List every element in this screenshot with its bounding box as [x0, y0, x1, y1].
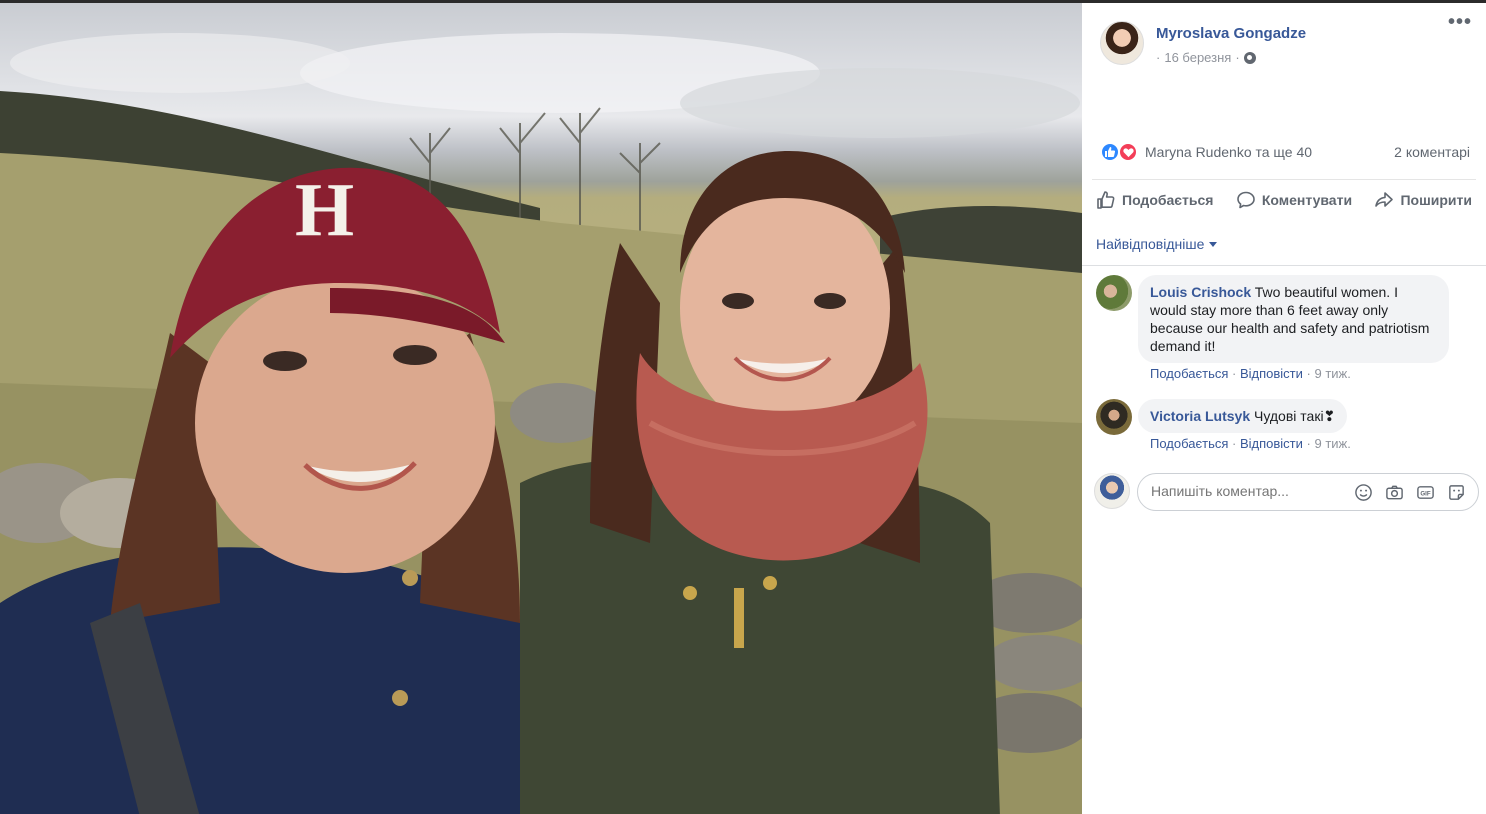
sticker-icon[interactable] — [1447, 483, 1466, 502]
post-meta: · 16 березня · — [1156, 50, 1256, 65]
share-label: Поширити — [1400, 191, 1472, 208]
more-options-button[interactable]: ••• — [1448, 12, 1472, 32]
comment-bubble: Louis Crishock Two beautiful women. I wo… — [1138, 275, 1449, 363]
comment-actions: Подобається · Відповісти · 9 тиж. — [1150, 366, 1351, 381]
comment-item: Victoria Lutsyk Чудові такі❣ Подобається… — [1096, 399, 1476, 459]
gif-icon[interactable]: GIF — [1416, 483, 1435, 502]
comment-like-link[interactable]: Подобається — [1150, 366, 1228, 381]
reactors-text[interactable]: Maryna Rudenko та ще 40 — [1145, 144, 1312, 160]
divider — [1082, 265, 1486, 266]
comment-sort-dropdown[interactable]: Найвідповідніше — [1096, 236, 1218, 252]
like-label: Подобається — [1122, 191, 1214, 208]
sort-label: Найвідповідніше — [1096, 236, 1205, 252]
like-button[interactable]: Подобається — [1096, 190, 1213, 210]
comment-item: Louis Crishock Two beautiful women. I wo… — [1096, 275, 1476, 385]
comment-count[interactable]: 2 коментарі — [1394, 144, 1470, 160]
caret-down-icon — [1209, 241, 1218, 247]
comment-time[interactable]: 9 тиж. — [1314, 436, 1350, 451]
comment-text: Чудові такі❣ — [1254, 408, 1336, 424]
post-header: Myroslava Gongadze · 16 березня · — [1100, 21, 1470, 71]
meta-separator: · — [1235, 50, 1240, 65]
action-bar: Подобається Коментувати Поширити — [1092, 179, 1476, 219]
comment-bubble: Victoria Lutsyk Чудові такі❣ — [1138, 399, 1348, 433]
post-date[interactable]: 16 березня — [1164, 50, 1231, 65]
commenter-avatar[interactable] — [1096, 275, 1132, 311]
cap-letter: H — [295, 168, 354, 252]
comment-actions: Подобається · Відповісти · 9 тиж. — [1150, 436, 1351, 451]
comment-input[interactable] — [1151, 483, 1331, 499]
post-photo[interactable]: H — [0, 0, 1082, 814]
current-user-avatar[interactable] — [1094, 473, 1130, 509]
comment-time[interactable]: 9 тиж. — [1314, 366, 1350, 381]
comment-label: Коментувати — [1261, 191, 1353, 208]
comment-input-box[interactable]: GIF — [1137, 473, 1479, 511]
photo-illustration: H — [0, 33, 1082, 814]
author-name[interactable]: Myroslava Gongadze — [1156, 25, 1306, 42]
post-side-panel: Myroslava Gongadze · 16 березня · ••• Ma… — [1082, 0, 1486, 814]
share-button[interactable]: Поширити — [1374, 190, 1472, 210]
comment-reply-link[interactable]: Відповісти — [1240, 436, 1303, 451]
thumbs-up-icon[interactable] — [1100, 142, 1120, 162]
author-avatar[interactable] — [1100, 21, 1144, 65]
composer-icons: GIF — [1354, 483, 1466, 502]
meta-separator: · — [1156, 50, 1161, 65]
share-arrow-icon — [1375, 191, 1394, 207]
comment-like-link[interactable]: Подобається — [1150, 436, 1228, 451]
camera-icon[interactable] — [1385, 483, 1404, 502]
speech-bubble-icon — [1237, 191, 1255, 208]
comment-reply-link[interactable]: Відповісти — [1240, 366, 1303, 381]
comment-button[interactable]: Коментувати — [1236, 190, 1352, 210]
globe-icon[interactable] — [1243, 51, 1256, 64]
reactions-bar: Maryna Rudenko та ще 40 2 коментарі — [1100, 140, 1472, 164]
commenter-name[interactable]: Louis Crishock — [1150, 284, 1251, 300]
heart-icon[interactable] — [1118, 142, 1138, 162]
commenter-name[interactable]: Victoria Lutsyk — [1150, 408, 1250, 424]
commenter-avatar[interactable] — [1096, 399, 1132, 435]
smiley-icon[interactable] — [1354, 483, 1373, 502]
svg-text:GIF: GIF — [1420, 490, 1430, 497]
thumbs-up-icon — [1097, 190, 1115, 209]
comment-composer: GIF — [1094, 473, 1480, 513]
